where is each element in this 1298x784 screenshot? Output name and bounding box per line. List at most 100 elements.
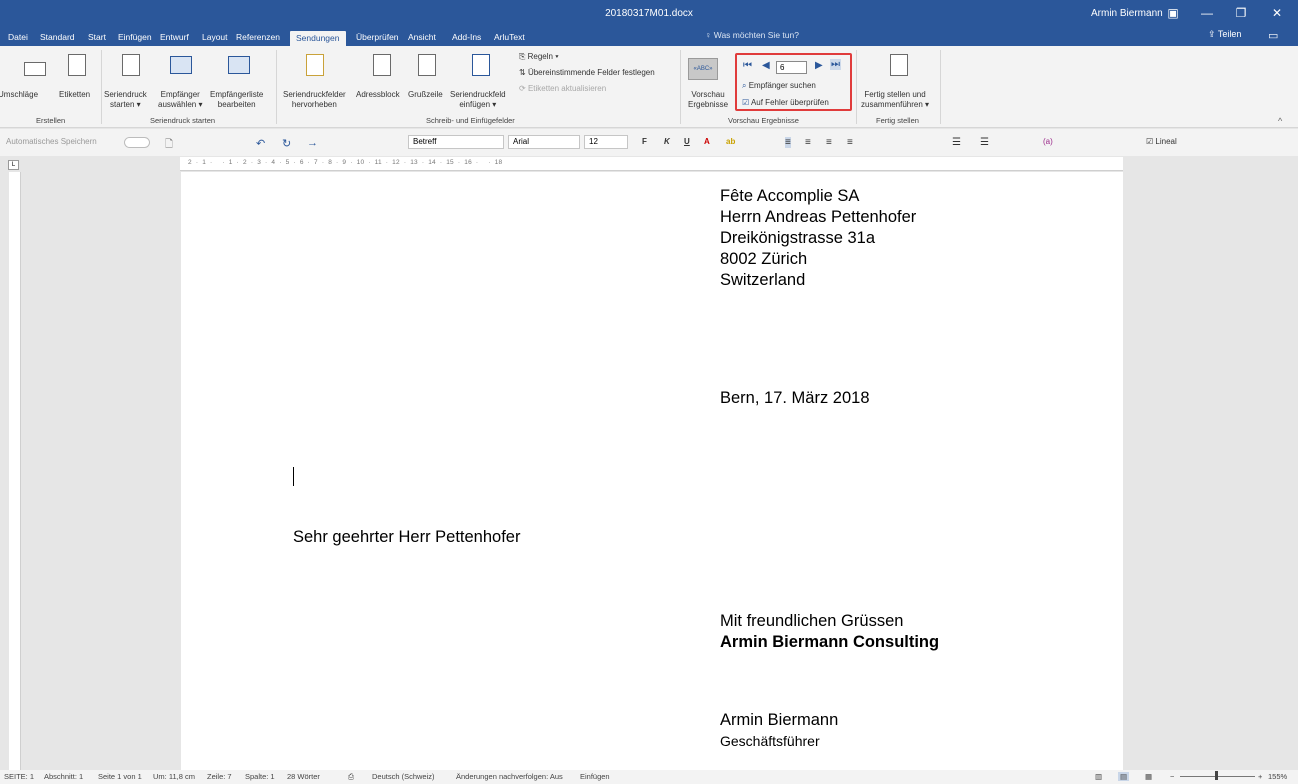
justify-icon[interactable]: ≡	[847, 137, 853, 148]
select-recipients-label-2: auswählen ▾	[158, 100, 203, 109]
user-name[interactable]: Armin Biermann	[1091, 8, 1163, 19]
status-track-changes[interactable]: Änderungen nachverfolgen: Aus	[456, 772, 563, 781]
find-recipient-button[interactable]: ⌕ Empfänger suchen	[742, 81, 816, 91]
tab-sendungen[interactable]: Sendungen	[290, 31, 346, 46]
restore-icon[interactable]: ❐	[1226, 4, 1256, 22]
document-page[interactable]: Fête Accomplie SA Herrn Andreas Pettenho…	[181, 172, 1123, 770]
numbering-icon[interactable]: ☰	[980, 137, 989, 148]
font-select[interactable]: Arial	[508, 135, 580, 149]
tab-ansicht[interactable]: Ansicht	[408, 30, 436, 46]
share-button[interactable]: ⇪ Teilen	[1208, 29, 1241, 40]
highlight-fields-button[interactable]: Seriendruckfelder hervorheben	[283, 90, 346, 110]
collapse-ribbon-icon[interactable]: ^	[1278, 116, 1282, 126]
next-record-icon[interactable]: ▶	[815, 60, 823, 71]
status-section[interactable]: Abschnitt: 1	[44, 772, 83, 781]
arrow-right-icon[interactable]: →	[307, 137, 318, 149]
status-insert-mode[interactable]: Einfügen	[580, 772, 610, 781]
start-mailmerge-label-2: starten ▾	[109, 100, 141, 109]
tab-einfuegen[interactable]: Einfügen	[118, 30, 152, 46]
status-language[interactable]: Deutsch (Schweiz)	[372, 772, 435, 781]
check-errors-button[interactable]: ☑ Auf Fehler überprüfen	[742, 98, 829, 108]
status-position[interactable]: Um: 11,8 cm	[153, 772, 195, 781]
status-page-of[interactable]: Seite 1 von 1	[98, 772, 142, 781]
tab-ueberpruefen[interactable]: Überprüfen	[356, 30, 399, 46]
footnote-icon[interactable]: (a)	[1043, 137, 1053, 146]
start-mailmerge-button[interactable]: Seriendruck starten ▾	[104, 90, 147, 110]
autosave-label: Automatisches Speichern	[6, 137, 97, 146]
comments-icon[interactable]: ▭	[1268, 29, 1278, 42]
salutation: Sehr geehrter Herr Pettenhofer	[293, 528, 521, 546]
close-icon[interactable]: ✕	[1262, 4, 1292, 22]
select-recipients-button[interactable]: Empfänger auswählen ▾	[158, 90, 203, 110]
lineal-checkbox[interactable]: ☑ Lineal	[1146, 137, 1177, 146]
status-line[interactable]: Zeile: 7	[207, 772, 232, 781]
status-word-count[interactable]: 28 Wörter	[287, 772, 320, 781]
edit-recipient-list-button[interactable]: Empfängerliste bearbeiten	[210, 90, 263, 110]
tab-datei[interactable]: Datei	[8, 30, 28, 46]
italic-icon[interactable]: K	[664, 137, 670, 146]
group-separator	[101, 50, 102, 124]
zoom-out-icon[interactable]: −	[1170, 772, 1174, 781]
find-recipient-label: Empfänger suchen	[748, 81, 816, 90]
finish-merge-button[interactable]: Fertig stellen und zusammenführen ▾	[861, 90, 929, 110]
greeting-line-button[interactable]: Grußzeile	[408, 90, 443, 100]
status-column[interactable]: Spalte: 1	[245, 772, 275, 781]
highlight-color-icon[interactable]: ab	[726, 137, 735, 146]
match-fields-label: Übereinstimmende Felder festlegen	[527, 68, 655, 77]
style-select[interactable]: Betreff	[408, 135, 504, 149]
vertical-ruler[interactable]	[9, 172, 21, 770]
first-record-icon[interactable]: ⏮	[743, 60, 752, 71]
font-size-select[interactable]: 12	[584, 135, 628, 149]
tab-arlutext[interactable]: ArluText	[494, 30, 525, 46]
ribbon-display-icon[interactable]: ▣	[1158, 4, 1188, 22]
insert-field-button[interactable]: Seriendruckfeld einfügen ▾	[450, 90, 506, 110]
tell-me-search[interactable]: ♀ Was möchten Sie tun?	[705, 30, 799, 40]
address-block-icon	[373, 54, 391, 76]
tab-selector[interactable]: L	[8, 160, 19, 170]
undo-icon[interactable]: ↶	[256, 137, 265, 150]
align-center-icon[interactable]: ≡	[805, 137, 811, 148]
status-page[interactable]: SEITE: 1	[4, 772, 34, 781]
labels-button[interactable]: Etiketten	[59, 90, 90, 100]
previous-record-icon[interactable]: ◀	[762, 60, 770, 71]
signer-role: Geschäftsführer	[720, 733, 820, 749]
redo-icon[interactable]: ↻	[282, 137, 291, 150]
status-bar: SEITE: 1 Abschnitt: 1 Seite 1 von 1 Um: …	[0, 770, 1298, 784]
tab-referenzen[interactable]: Referenzen	[236, 30, 280, 46]
last-record-icon[interactable]: ⏭	[830, 59, 841, 70]
tab-entwurf[interactable]: Entwurf	[160, 30, 189, 46]
read-mode-icon[interactable]: ▥	[1095, 772, 1102, 781]
font-color-icon[interactable]: A	[704, 137, 710, 146]
zoom-level[interactable]: 155%	[1268, 772, 1287, 781]
tab-layout[interactable]: Layout	[202, 30, 228, 46]
proofing-icon[interactable]: ⎙	[348, 772, 354, 782]
align-left-icon[interactable]: ≡	[785, 137, 791, 148]
vertical-scrollbar[interactable]	[1288, 172, 1296, 770]
insert-field-label-1: Seriendruckfeld	[450, 90, 506, 99]
bold-icon[interactable]: F	[642, 137, 647, 146]
rules-button[interactable]: ⎘ Regeln ▾	[519, 52, 559, 62]
preview-results-icon: «ABC»	[688, 58, 718, 80]
underline-icon[interactable]: U	[684, 137, 690, 146]
finish-label-1: Fertig stellen und	[864, 90, 926, 99]
match-fields-icon: ⇅	[519, 68, 528, 77]
address-block-button[interactable]: Adressblock	[356, 90, 400, 100]
print-layout-icon[interactable]: ▤	[1118, 772, 1130, 781]
zoom-in-icon[interactable]: +	[1258, 772, 1262, 781]
horizontal-ruler[interactable]: 2 · 1 · · 1 · 2 · 3 · 4 · 5 · 6 · 7 · 8 …	[180, 157, 1123, 171]
bullets-icon[interactable]: ☰	[952, 137, 961, 148]
preview-results-button[interactable]: Vorschau Ergebnisse	[688, 90, 728, 110]
web-layout-icon[interactable]: ▦	[1145, 772, 1152, 781]
tab-addins[interactable]: Add-Ins	[452, 30, 481, 46]
minimize-icon[interactable]: —	[1192, 4, 1222, 22]
update-labels-button[interactable]: ⟳ Etiketten aktualisieren	[519, 84, 606, 94]
match-fields-button[interactable]: ⇅ Übereinstimmende Felder festlegen	[519, 68, 655, 78]
tab-start[interactable]: Start	[88, 30, 106, 46]
autosave-toggle[interactable]	[124, 137, 150, 148]
zoom-slider-thumb[interactable]	[1215, 771, 1218, 780]
tab-standard[interactable]: Standard	[40, 30, 75, 46]
align-right-icon[interactable]: ≡	[826, 137, 832, 148]
new-document-icon[interactable]: 🗋	[165, 137, 173, 154]
record-number-input[interactable]: 6	[776, 61, 807, 74]
envelopes-button[interactable]: Umschläge	[0, 90, 38, 100]
